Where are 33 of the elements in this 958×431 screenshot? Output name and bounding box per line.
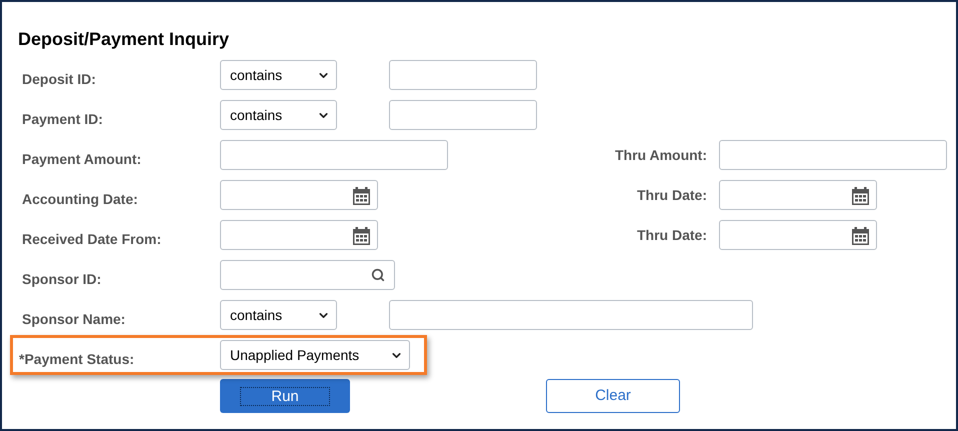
input-field[interactable] [719,140,947,170]
field-label: Thru Date: [637,226,707,244]
input-field[interactable] [220,140,448,170]
field-label: Payment Amount: [22,150,142,169]
page-title: Deposit/Payment Inquiry [17,28,230,50]
field-label: Accounting Date: [22,190,139,209]
calendar-icon[interactable] [352,226,371,246]
field-label: Sponsor ID: [22,270,102,289]
date-field[interactable] [719,220,877,250]
field-label: Payment ID: [22,110,104,129]
date-field[interactable] [719,180,877,210]
dropdown[interactable]: contains [220,100,337,130]
date-field[interactable] [220,180,378,210]
dropdown[interactable]: contains [220,300,337,330]
field-label: *Payment Status: [19,350,136,369]
dropdown[interactable]: Unapplied Payments [220,340,410,370]
input-field[interactable] [389,300,753,330]
clear-button[interactable]: Clear [546,379,680,413]
input-field[interactable] [389,60,537,90]
field-label: Deposit ID: [22,70,97,89]
field-label: Received Date From: [22,230,162,248]
field-label: Sponsor Name: [22,310,126,329]
input-field[interactable] [389,100,537,130]
calendar-icon[interactable] [352,186,371,206]
dropdown[interactable]: contains [220,60,337,90]
calendar-icon[interactable] [851,186,870,206]
lookup-field[interactable] [220,260,395,290]
run-button[interactable]: Run [220,379,350,413]
calendar-icon[interactable] [851,226,870,246]
date-field[interactable] [220,220,378,250]
field-label: Thru Amount: [614,146,707,164]
search-icon[interactable] [371,268,385,282]
field-label: Thru Date: [637,186,707,204]
